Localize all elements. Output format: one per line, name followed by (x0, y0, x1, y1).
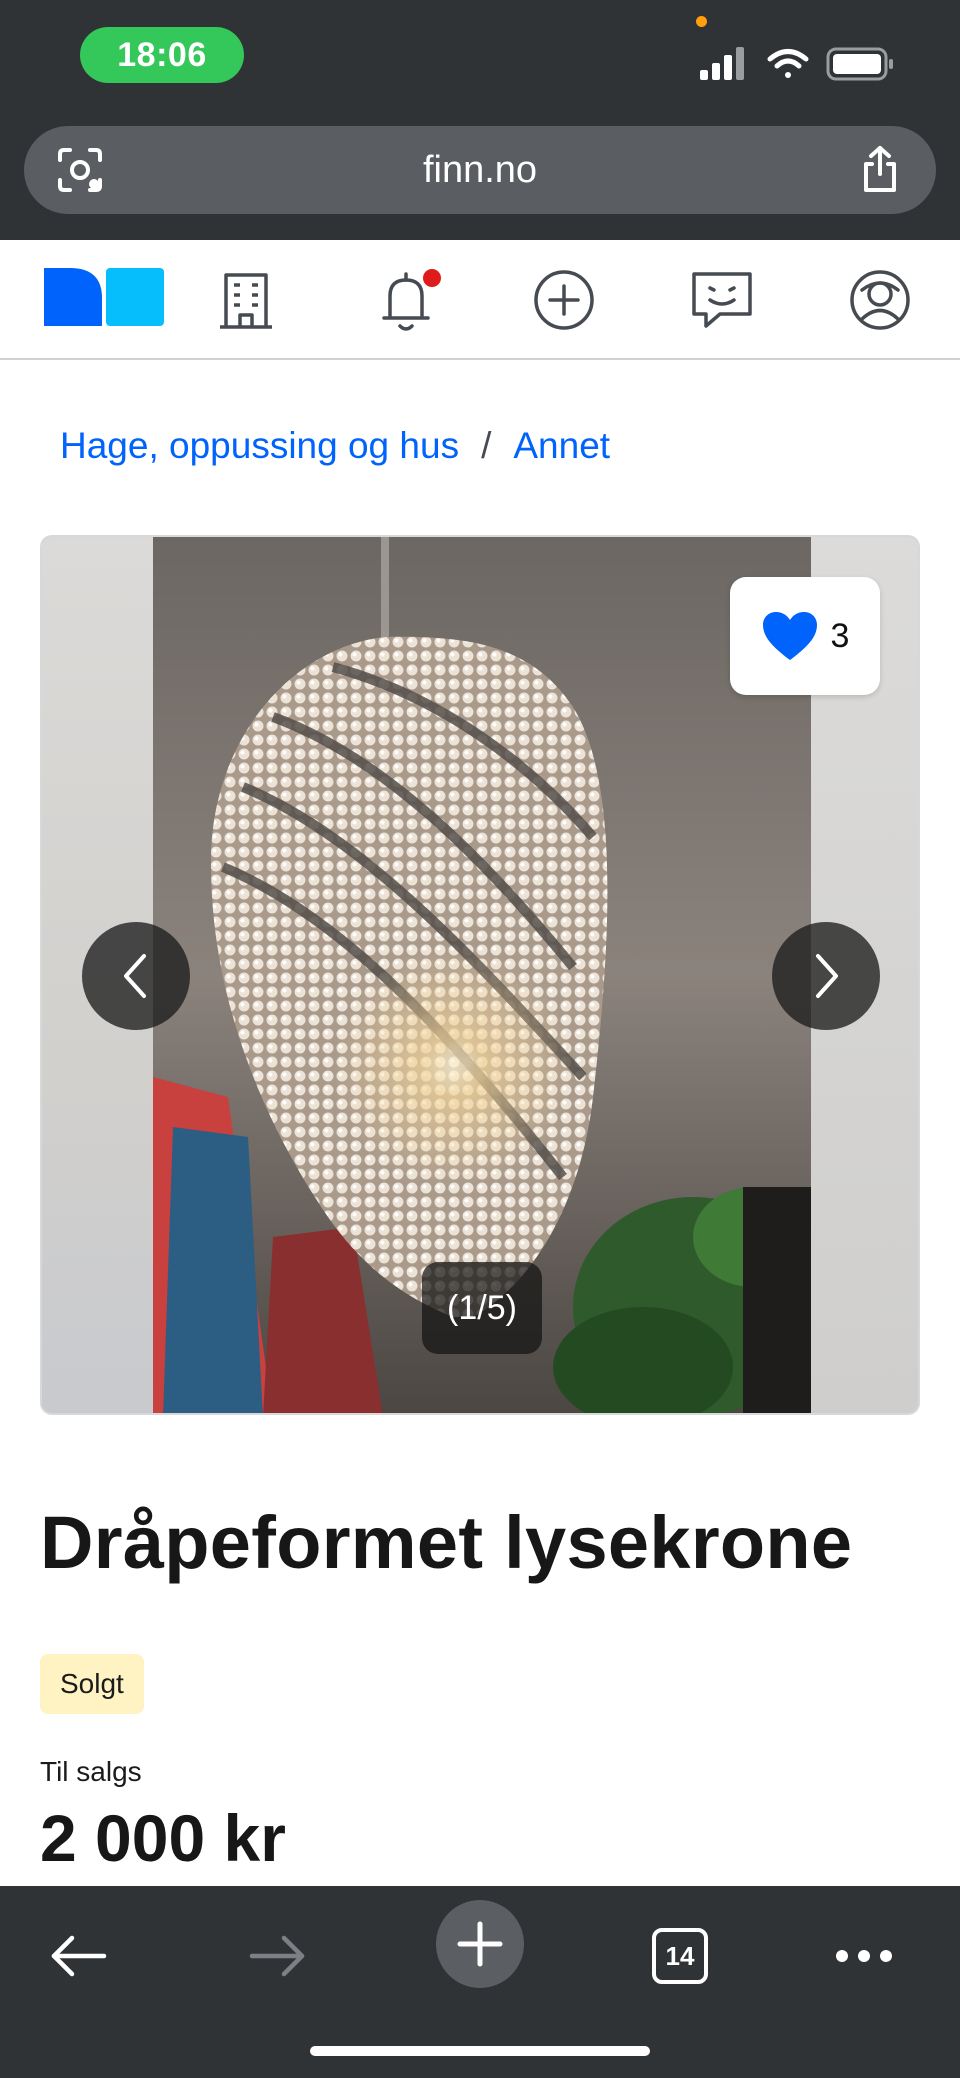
breadcrumb-link-category[interactable]: Hage, oppussing og hus (60, 425, 459, 467)
finn-logo[interactable] (44, 268, 164, 326)
home-indicator[interactable] (310, 2046, 650, 2056)
gallery-next-button[interactable] (772, 922, 880, 1030)
status-badge: Solgt (40, 1654, 144, 1714)
building-icon (220, 273, 272, 329)
nav-business[interactable] (210, 264, 282, 336)
battery-icon (826, 47, 893, 81)
chevron-left-icon (124, 954, 146, 998)
chevron-right-icon (816, 954, 838, 998)
image-gallery[interactable]: 3 (1/5) (40, 535, 920, 1415)
url-text[interactable]: finn.no (24, 126, 936, 214)
plus-circle-icon (534, 270, 594, 330)
listing-title: Dråpeformet lysekrone (40, 1501, 853, 1584)
wifi-icon (767, 49, 809, 78)
sale-type-label: Til salgs (40, 1756, 142, 1787)
favorites-count: 3 (830, 616, 850, 655)
new-tab-button[interactable] (436, 1900, 524, 1988)
breadcrumb: Hage, oppussing og hus / Annet (60, 420, 610, 472)
nav-new-ad[interactable] (528, 264, 600, 336)
signal-icon (700, 47, 744, 80)
browser-top-chrome: 18:06 finn.no (0, 0, 960, 240)
breadcrumb-link-subcategory[interactable]: Annet (513, 425, 610, 467)
heart-icon (762, 612, 817, 660)
nav-profile[interactable] (844, 264, 916, 336)
plus-icon (457, 1921, 503, 1967)
share-icon[interactable] (854, 144, 906, 196)
favorite-button[interactable]: 3 (730, 577, 880, 695)
tabs-count: 14 (652, 1928, 708, 1984)
arrow-left-icon (51, 1935, 107, 1977)
privacy-indicator-dot (696, 16, 707, 27)
breadcrumb-separator: / (481, 425, 492, 466)
tabs-button[interactable]: 14 (630, 1906, 730, 2006)
status-icons (700, 47, 893, 81)
arrow-right-icon (249, 1935, 305, 1977)
bell-icon (382, 269, 441, 331)
nav-messages[interactable] (686, 264, 758, 336)
listing-price: 2 000 kr (40, 1801, 286, 1875)
forward-button[interactable] (228, 1906, 328, 2006)
site-navigation (0, 240, 960, 360)
chat-icon (692, 272, 752, 328)
image-counter: (1/5) (422, 1262, 542, 1354)
status-time: 18:06 (80, 27, 244, 83)
gallery-prev-button[interactable] (82, 922, 190, 1030)
more-dots-icon (836, 1950, 892, 1962)
more-button[interactable] (814, 1906, 914, 2006)
address-bar[interactable]: finn.no (24, 126, 936, 214)
back-button[interactable] (28, 1906, 128, 2006)
nav-notifications[interactable] (370, 264, 442, 336)
profile-icon (850, 270, 910, 330)
